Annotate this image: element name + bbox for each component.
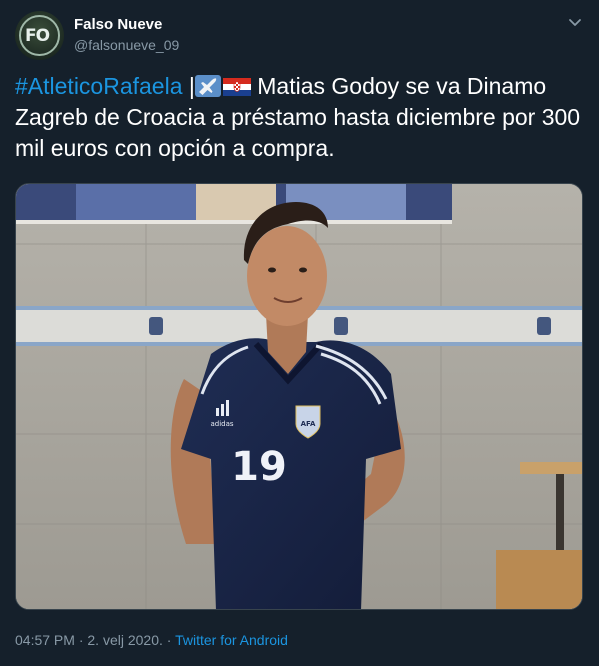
crest-text: AFA: [301, 420, 316, 428]
croatia-flag-icon: [222, 78, 251, 96]
tweet-card: FO Falso Nueve @falsonueve_09 #AtleticoR…: [0, 0, 599, 666]
chevron-down-icon[interactable]: [566, 14, 584, 32]
tweet-photo[interactable]: AFA adidas 19: [15, 183, 583, 610]
hashtag-link[interactable]: #AtleticoRafaela: [15, 73, 183, 99]
tweet-date[interactable]: 2. velj 2020.: [87, 632, 163, 648]
separator-text: |: [182, 73, 195, 99]
avatar-logo-text: FO: [25, 26, 50, 46]
author-name[interactable]: Falso Nueve: [74, 16, 162, 33]
tweet-metadata: 04:57 PM · 2. velj 2020. · Twitter for A…: [15, 632, 288, 648]
author-handle[interactable]: @falsonueve_09: [74, 37, 179, 53]
photo-illustration: AFA adidas 19: [16, 184, 582, 609]
airplane-icon: [194, 75, 221, 97]
tweet-time[interactable]: 04:57 PM: [15, 632, 75, 648]
shirt-brand-text: adidas: [210, 420, 233, 428]
jersey-number: 19: [231, 444, 287, 490]
author-avatar[interactable]: FO: [15, 11, 64, 60]
tweet-text: #AtleticoRafaela | Matias Godoy se va Di…: [15, 71, 585, 164]
tweet-source-link[interactable]: Twitter for Android: [175, 632, 288, 648]
meta-dot: ·: [74, 632, 88, 648]
meta-dot: ·: [162, 632, 176, 648]
